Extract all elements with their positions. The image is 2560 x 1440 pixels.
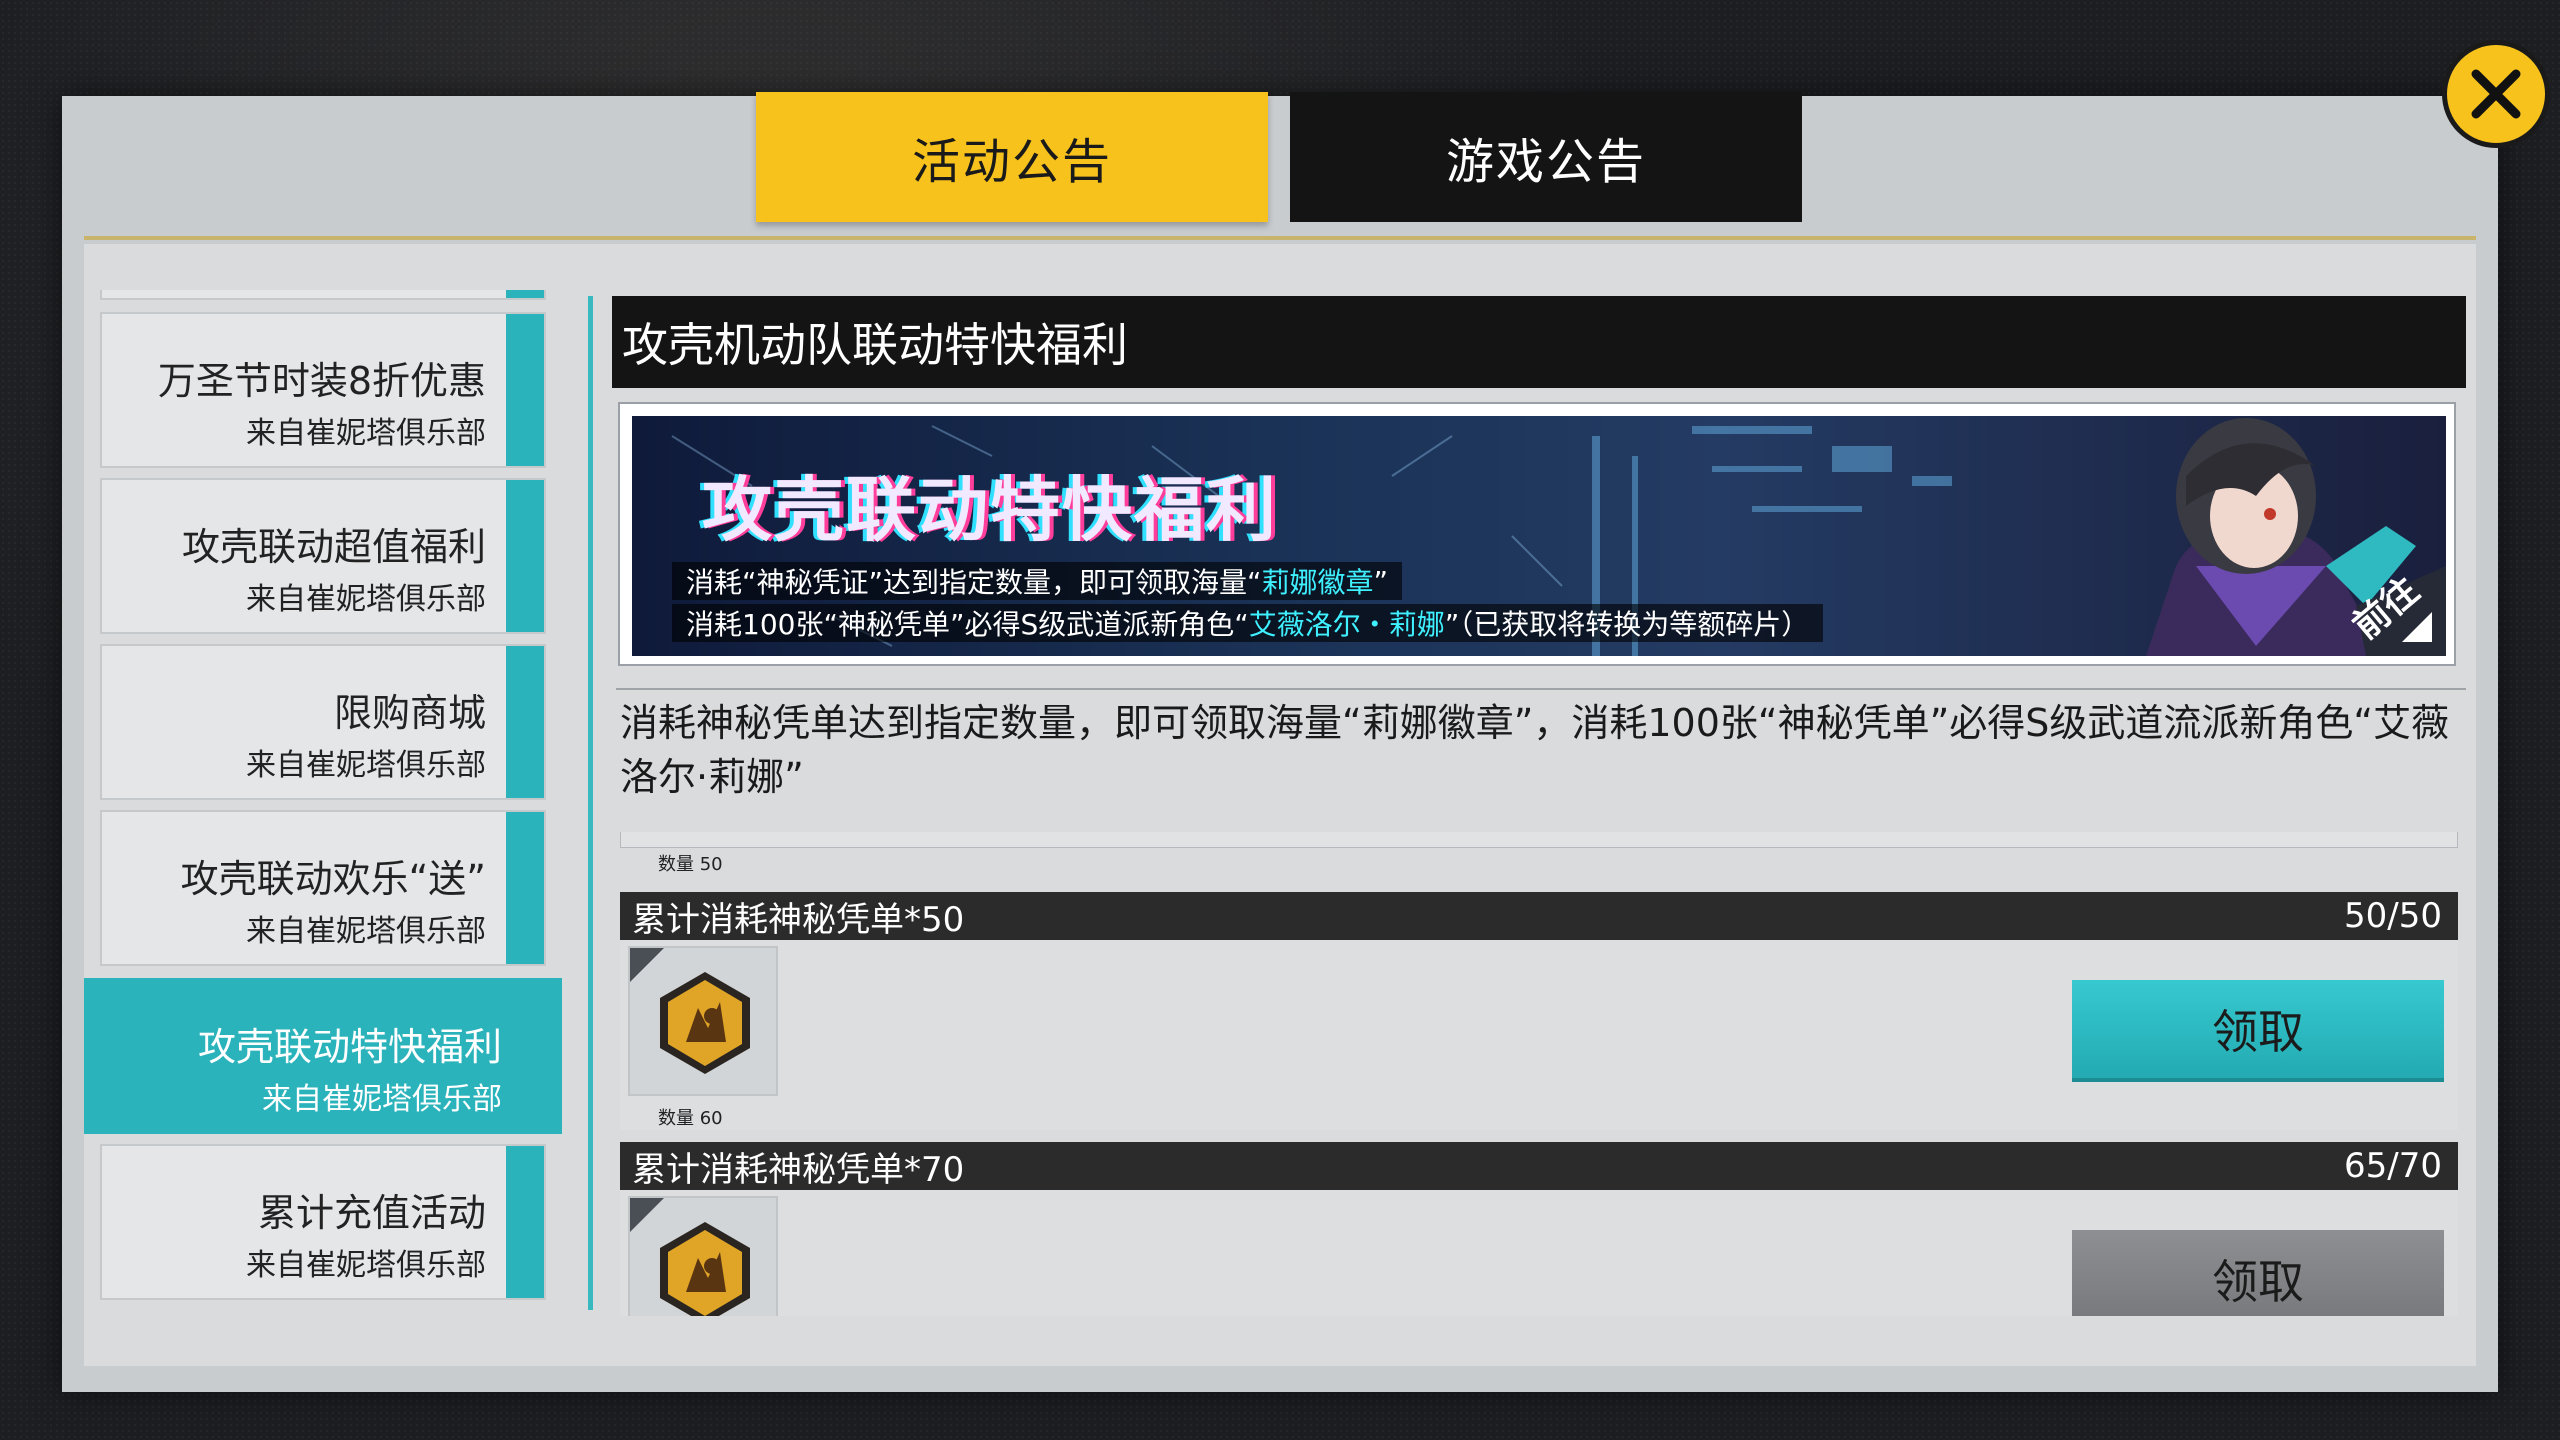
tab-activity-announcements[interactable]: 活动公告 <box>756 92 1268 222</box>
list-item-title: 攻壳联动欢乐“送” <box>180 857 486 901</box>
task-progress: 65/70 <box>2344 1146 2442 1186</box>
divider <box>616 688 2466 690</box>
reward-quantity: 数量 50 <box>658 854 723 875</box>
list-item-accent <box>506 812 544 964</box>
announcement-list[interactable]: 万圣节时装8折优惠 来自崔妮塔俱乐部 攻壳联动超值福利 来自崔妮塔俱乐部 限购商… <box>84 290 564 1310</box>
list-item-halloween-sale[interactable]: 万圣节时装8折优惠 来自崔妮塔俱乐部 <box>100 312 546 468</box>
list-item-accent <box>506 1146 544 1298</box>
list-item-source: 来自崔妮塔俱乐部 <box>246 416 486 451</box>
task-row: 领取 <box>620 1190 2458 1316</box>
banner-image[interactable]: 攻壳联动特快福利 消耗“神秘凭证”达到指定数量，即可领取海量“ 莉娜徽章” 消耗1… <box>632 416 2446 656</box>
list-item-limited-shop[interactable]: 限购商城 来自崔妮塔俱乐部 <box>100 644 546 800</box>
list-item-title: 万圣节时装8折优惠 <box>157 359 486 403</box>
task-header: 累计消耗神秘凭单*50 50/50 <box>620 892 2458 940</box>
list-item-source: 来自崔妮塔俱乐部 <box>262 1082 502 1117</box>
list-item-source: 来自崔妮塔俱乐部 <box>246 582 486 617</box>
banner-text: 消耗“神秘凭证”达到指定数量，即可领取海量“ <box>686 566 1262 599</box>
list-item-title: 限购商城 <box>333 691 486 735</box>
lina-badge-icon <box>660 1222 750 1316</box>
list-item-title: 累计充值活动 <box>257 1191 486 1235</box>
claim-button[interactable]: 领取 <box>2072 980 2444 1078</box>
task-row: 数量 60 领取 <box>620 940 2458 1130</box>
event-banner[interactable]: 攻壳联动特快福利 消耗“神秘凭证”达到指定数量，即可领取海量“ 莉娜徽章” 消耗1… <box>618 402 2456 666</box>
close-icon <box>2471 69 2521 119</box>
task-header: 累计消耗神秘凭单*70 65/70 <box>620 1142 2458 1190</box>
reward-quantity: 数量 60 <box>658 1108 723 1129</box>
banner-title: 攻壳联动特快福利 <box>702 469 1278 551</box>
banner-text: ” <box>1373 564 1389 598</box>
list-item-partial <box>100 290 546 300</box>
list-item-collab-gift[interactable]: 攻壳联动欢乐“送” 来自崔妮塔俱乐部 <box>100 810 546 966</box>
tab-game-announcements[interactable]: 游戏公告 <box>1290 92 1802 222</box>
banner-highlight: 艾薇洛尔・莉娜 <box>1248 608 1445 641</box>
list-item-source: 来自崔妮塔俱乐部 <box>246 748 486 783</box>
list-item-collab-value[interactable]: 攻壳联动超值福利 来自崔妮塔俱乐部 <box>100 478 546 634</box>
list-item-accent <box>506 480 544 632</box>
event-description: 消耗神秘凭单达到指定数量，即可领取海量“莉娜徽章”，消耗100张“神秘凭单”必得… <box>620 701 2450 799</box>
list-item-title: 攻壳联动特快福利 <box>197 1025 502 1069</box>
banner-text-line-2: 消耗100张“神秘凭单”必得S级武道派新角色“ 艾薇洛尔・莉娜 ”（已获取将转换为等… <box>672 604 1824 642</box>
list-item-recharge[interactable]: 累计充值活动 来自崔妮塔俱乐部 <box>100 1144 546 1300</box>
lina-badge-icon <box>660 972 750 1074</box>
list-item-title: 攻壳联动超值福利 <box>181 525 486 569</box>
announcement-content[interactable]: 攻壳机动队联动特快福利 攻壳联动特快福利 消耗“神秘凭证”达到指定数量，即可领取… <box>612 296 2468 1316</box>
list-item-source: 来自崔妮塔俱乐部 <box>246 1248 486 1283</box>
page-title: 攻壳机动队联动特快福利 <box>612 296 2466 388</box>
banner-text: 消耗100张“神秘凭单”必得S级武道派新角色“ <box>686 608 1249 641</box>
list-item-accent <box>506 646 544 798</box>
tab-underline <box>84 236 2476 240</box>
task-name: 累计消耗神秘凭单*50 <box>632 899 965 940</box>
list-item-accent <box>506 314 544 466</box>
banner-highlight: 莉娜徽章 <box>1261 566 1374 599</box>
task-name: 累计消耗神秘凭单*70 <box>632 1149 965 1190</box>
list-item-collab-express[interactable]: 攻壳联动特快福利 来自崔妮塔俱乐部 <box>84 978 562 1134</box>
close-button[interactable] <box>2442 40 2550 148</box>
task-progress: 50/50 <box>2344 896 2442 936</box>
banner-text-line-1: 消耗“神秘凭证”达到指定数量，即可领取海量“ 莉娜徽章” <box>672 562 1403 600</box>
reward-row-previous <box>620 832 2458 848</box>
claim-button-disabled[interactable]: 领取 <box>2072 1230 2444 1316</box>
banner-text: ”（已获取将转换为等额碎片） <box>1444 608 1810 641</box>
reward-item[interactable] <box>628 1196 778 1316</box>
list-item-source: 来自崔妮塔俱乐部 <box>246 914 486 949</box>
sidebar-scrollbar[interactable] <box>588 296 593 1310</box>
reward-item[interactable] <box>628 946 778 1096</box>
corner-arrow-icon <box>2402 612 2432 642</box>
